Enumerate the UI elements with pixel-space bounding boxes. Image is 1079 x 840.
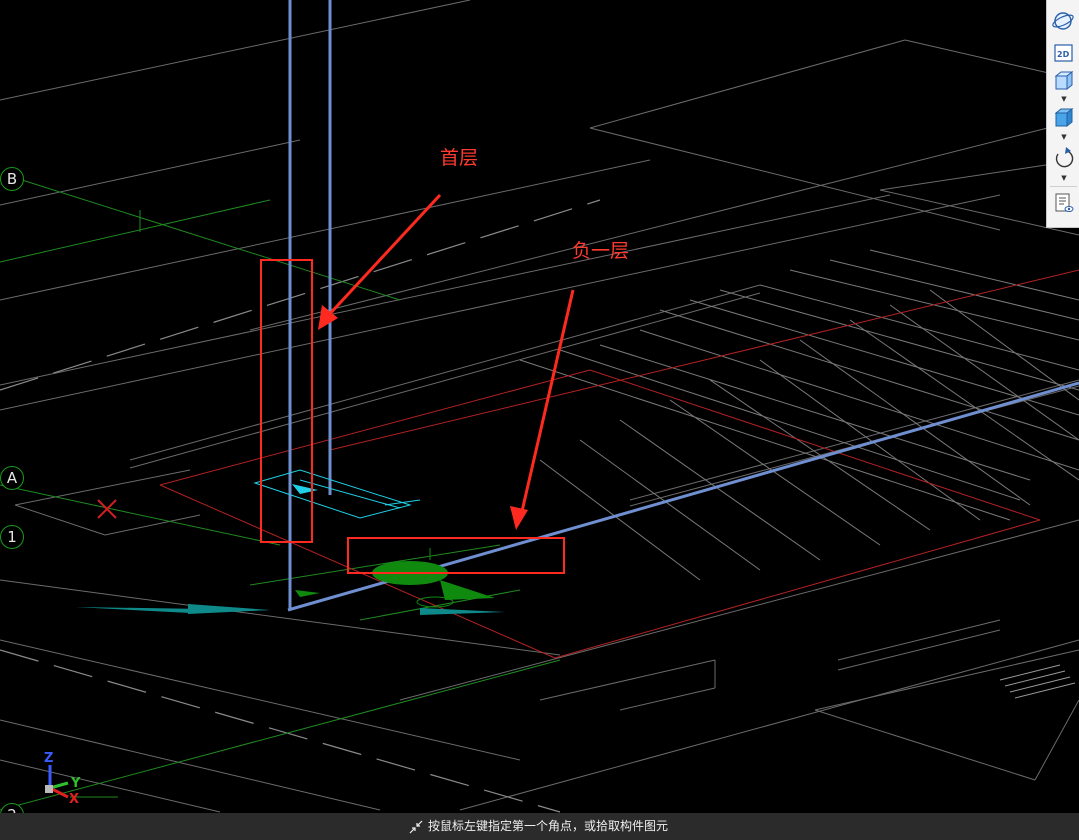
equipment-outline[interactable] [253,469,421,519]
3d-model-viewport[interactable]: Z Y X [0,0,1079,840]
ucs-y-label: Y [70,776,81,791]
grid-axis-1[interactable]: 1 [0,525,24,549]
ucs-z-label: Z [44,751,53,766]
annotation-markups [260,193,575,574]
2d-view-button[interactable]: 2D [1051,42,1076,64]
hatch-marks [999,664,1076,699]
svg-text:2D: 2D [1057,50,1070,59]
floor-grid [519,249,1079,581]
first-floor-arrow-shaft [324,193,442,320]
status-bar: 按鼠标左键指定第一个角点，或拾取构件图元 [0,813,1079,840]
2d-view-icon: 2D [1054,44,1073,62]
rotate-dropdown-arrow[interactable]: ▼ [1060,175,1068,182]
rotate-icon [1055,147,1074,168]
3d-view-icon [1054,70,1074,91]
basement-arrow-head [510,506,528,530]
cyan-arrow-marker [292,484,318,494]
grid-axis-a[interactable]: A [0,466,24,490]
display-mode-dropdown-arrow[interactable]: ▼ [1060,134,1068,141]
3d-view-dropdown-arrow[interactable]: ▼ [1060,96,1068,103]
command-prompt-text: 按鼠标左键指定第一个角点，或拾取构件图元 [428,819,669,833]
vertical-pipes[interactable] [288,0,332,610]
display-mode-button[interactable] [1051,107,1076,129]
view-toolbar: 2D ▼ ▼ ▼ [1046,0,1079,228]
view-settings-icon [1055,193,1074,212]
dynamic-observe-icon [1052,12,1074,30]
ucs-x-label: X [69,792,79,807]
3d-view-button[interactable] [1051,70,1076,92]
building-wireframe [0,0,1079,813]
display-mode-icon [1054,107,1074,128]
first-floor-label: 首层 [440,147,479,169]
basement-label: 负一层 [572,240,630,262]
basement-arrow-shaft [518,289,575,521]
pick-corner-icon [409,820,423,834]
grid-axis-b[interactable]: B [0,167,24,191]
rotate-button[interactable] [1051,146,1076,168]
toolbar-separator [1050,186,1077,187]
axis-grid-lines [0,179,561,811]
floor-boundary [159,269,1079,659]
dynamic-observe-button[interactable] [1051,10,1076,32]
view-settings-button[interactable] [1051,192,1076,214]
